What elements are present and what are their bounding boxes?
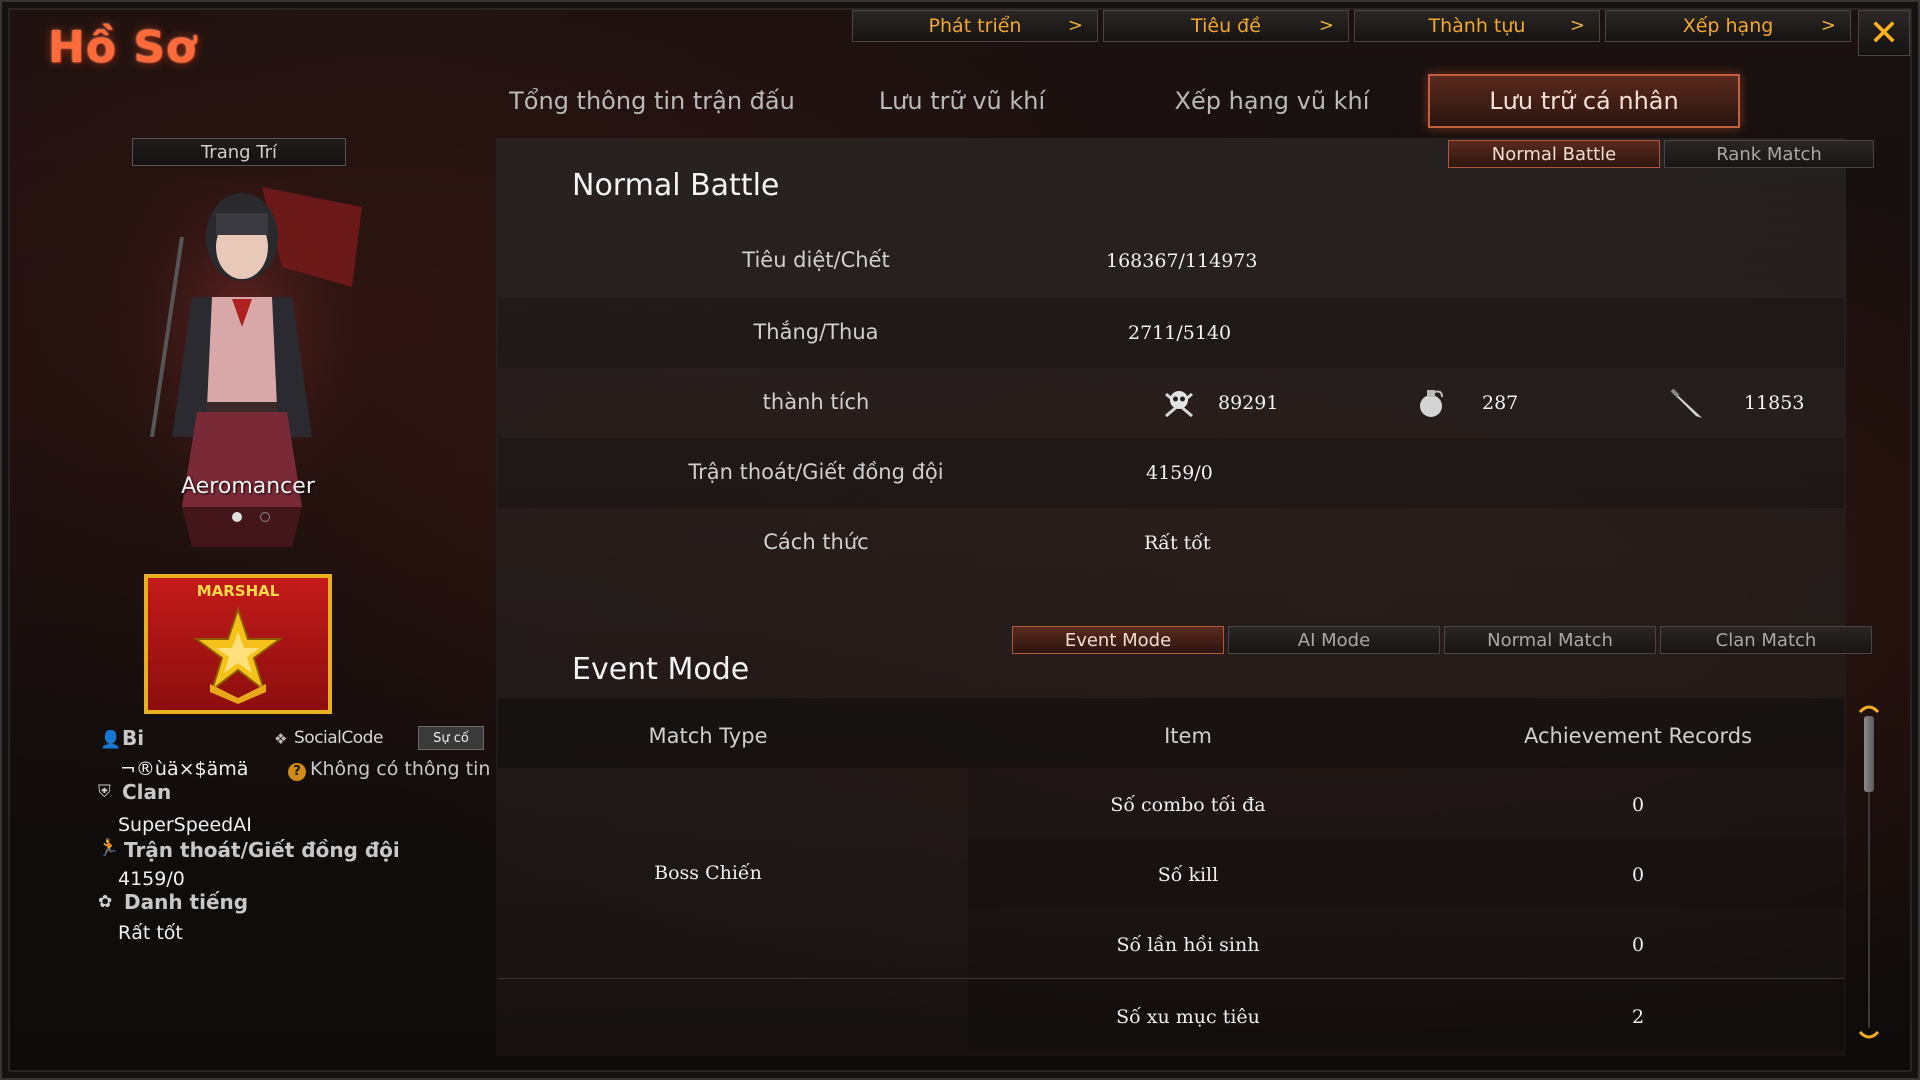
profile-window: Hồ Sơ Phát triển > Tiêu đề > Thành tựu >…: [0, 0, 1920, 1080]
nav-achievements[interactable]: Thành tựu >: [1354, 10, 1600, 42]
stat-value: Rất tốt: [1144, 532, 1211, 554]
no-info-text: ? Không có thông tin: [288, 758, 490, 781]
clan-label: Clan: [122, 780, 172, 804]
stat-label: thành tích: [762, 390, 870, 414]
carousel-dot[interactable]: [260, 512, 270, 522]
grenade-count-value: 287: [1482, 392, 1519, 414]
page-title: Hồ Sơ: [48, 22, 198, 73]
scroll-down-icon[interactable]: [1858, 1030, 1880, 1042]
header-match-type: Match Type: [648, 724, 768, 748]
tab-rank-match[interactable]: Rank Match: [1664, 140, 1874, 168]
stat-row-win-loss: Thắng/Thua 2711/5140: [498, 298, 1844, 368]
header-item: Item: [1164, 724, 1212, 748]
nav-label: Phát triển: [928, 15, 1022, 37]
carousel-dot-active[interactable]: [232, 512, 242, 522]
tab-weapon-archive[interactable]: Lưu trữ vũ khí: [842, 74, 1082, 128]
nav-label: Tiêu đề: [1191, 15, 1261, 37]
stat-row-manner: Cách thức Rất tốt: [498, 508, 1844, 578]
tab-weapon-ranking[interactable]: Xếp hạng vũ khí: [1142, 74, 1402, 128]
stat-label: Thắng/Thua: [753, 320, 879, 344]
desert-value: 4159/0: [118, 868, 185, 890]
decorate-button[interactable]: Trang Trí: [132, 138, 346, 166]
stat-value: 168367/114973: [1106, 250, 1258, 272]
value-cell: 0: [1631, 934, 1645, 956]
chevron-right-icon: >: [1318, 15, 1334, 36]
nav-titles[interactable]: Tiêu đề >: [1103, 10, 1349, 42]
nav-development[interactable]: Phát triển >: [852, 10, 1098, 42]
stat-value: 2711/5140: [1128, 322, 1232, 344]
normal-battle-title: Normal Battle: [572, 168, 780, 203]
username-label: Bi: [122, 726, 145, 750]
stat-row-achievements: thành tích 89291 287 11853: [498, 368, 1844, 438]
knife-count-value: 11853: [1744, 392, 1805, 414]
reputation-label: Danh tiếng: [124, 890, 249, 914]
stat-label: Cách thức: [763, 530, 869, 554]
tab-event-mode[interactable]: Event Mode: [1012, 626, 1224, 654]
tab-match-overview[interactable]: Tổng thông tin trận đấu: [492, 74, 812, 128]
chevron-right-icon: >: [1067, 15, 1083, 36]
nav-ranking[interactable]: Xếp hạng >: [1605, 10, 1851, 42]
close-button[interactable]: ✕: [1858, 10, 1910, 56]
no-info-label: Không có thông tin: [310, 758, 491, 780]
report-issue-button[interactable]: Sự cố: [418, 726, 484, 750]
user-icon: 👤: [100, 730, 122, 750]
match-type-cell: Boss Chiến: [654, 862, 762, 884]
event-mode-title: Event Mode: [572, 652, 750, 687]
stat-row-desert: Trận thoát/Giết đồng đội 4159/0: [498, 438, 1844, 508]
tab-normal-battle[interactable]: Normal Battle: [1448, 140, 1660, 168]
social-code-label: SocialCode: [294, 728, 383, 748]
item-cell: Số combo tối đa: [1110, 794, 1266, 816]
tab-personal-archive[interactable]: Lưu trữ cá nhân: [1428, 74, 1740, 128]
question-icon: ?: [288, 762, 306, 781]
value-cell: 0: [1631, 864, 1645, 886]
clan-value: SuperSpeedAI: [118, 814, 252, 836]
skull-crossbones-icon: [1165, 391, 1193, 418]
kill-count-value: 89291: [1218, 392, 1279, 414]
stat-value: 4159/0: [1146, 462, 1213, 484]
scroll-thumb[interactable]: [1864, 716, 1874, 792]
stat-label: Trận thoát/Giết đồng đội: [688, 460, 944, 484]
item-cell: Số xu mục tiêu: [1116, 1006, 1260, 1028]
item-cell: Số lần hồi sinh: [1116, 934, 1260, 956]
desert-label: Trận thoát/Giết đồng đội: [124, 838, 400, 862]
chevron-right-icon: >: [1820, 15, 1836, 36]
event-mode-table: Match Type Item Achievement Records Boss…: [498, 698, 1844, 1054]
rank-label: MARSHAL: [196, 582, 280, 600]
reputation-icon: ✿: [98, 892, 113, 912]
knife-icon: [1670, 388, 1702, 418]
nav-label: Xếp hạng: [1682, 15, 1774, 37]
value-cell: 0: [1631, 794, 1645, 816]
tab-normal-match[interactable]: Normal Match: [1444, 626, 1656, 654]
chevron-right-icon: >: [1569, 15, 1585, 36]
username-value: ¬®ùä×$ämä: [120, 758, 249, 780]
tab-ai-mode[interactable]: AI Mode: [1228, 626, 1440, 654]
header-achievement: Achievement Records: [1523, 724, 1753, 748]
stat-row-kill-death: Tiêu diệt/Chết 168367/114973: [498, 226, 1844, 296]
scroll-up-icon[interactable]: [1858, 702, 1880, 714]
value-cell: 2: [1631, 1006, 1645, 1028]
grenade-icon: [1420, 390, 1443, 417]
runner-icon: 🏃: [98, 838, 120, 858]
tab-clan-match[interactable]: Clan Match: [1660, 626, 1872, 654]
nav-label: Thành tựu: [1428, 15, 1526, 37]
reputation-value: Rất tốt: [118, 922, 183, 944]
item-cell: Số kill: [1157, 864, 1219, 886]
character-portrait: [112, 177, 372, 557]
stat-label: Tiêu diệt/Chết: [742, 248, 890, 272]
character-name: Aeromancer: [181, 474, 315, 499]
clan-shield-icon: ⛨: [98, 782, 111, 802]
rank-badge: MARSHAL: [144, 574, 332, 714]
star-rank-icon: [192, 605, 284, 704]
social-icon: ❖: [274, 730, 288, 748]
